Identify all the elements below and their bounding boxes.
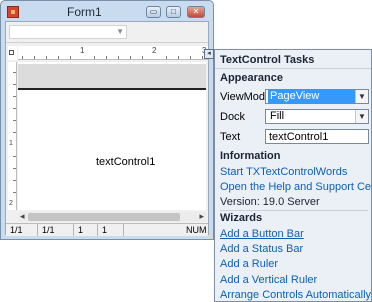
viewmode-select[interactable]: PageView ▼ [265, 89, 369, 104]
horizontal-scrollbar[interactable]: ◂ ▸ [18, 211, 206, 222]
maximize-button[interactable]: □ [166, 6, 181, 18]
information-heading: Information [220, 150, 281, 162]
control-name-label: textControl1 [96, 156, 156, 168]
form-client-area: ▼ 1 2 3 1 2 textControl [5, 21, 209, 236]
panel-title: TextControl Tasks [220, 54, 315, 66]
ruler-number: 2 [152, 46, 157, 55]
form-window: Form1 ▭ □ ✕ ▼ 1 2 3 1 2 [0, 0, 214, 240]
close-button[interactable]: ✕ [187, 6, 205, 18]
start-words-link[interactable]: Start TXTextControlWords [220, 166, 347, 178]
version-text: Version: 19.0 Server [220, 196, 320, 208]
ruler-number: 2 [9, 200, 13, 207]
page-header-area [18, 64, 206, 88]
toolbar-combo[interactable]: ▼ [9, 25, 127, 39]
add-ruler-link[interactable]: Add a Ruler [220, 258, 278, 270]
wizards-heading: Wizards [220, 212, 263, 224]
window-title: Form1 [67, 5, 102, 19]
add-vertical-ruler-link[interactable]: Add a Vertical Ruler [220, 274, 317, 286]
chevron-down-icon[interactable]: ▼ [355, 90, 368, 103]
text-control[interactable]: textControl1 [18, 62, 206, 210]
viewmode-label: ViewMode [220, 91, 272, 103]
status-column: 1 [98, 224, 124, 236]
add-status-bar-link[interactable]: Add a Status Bar [220, 243, 303, 255]
ruler-number: 1 [9, 140, 13, 147]
toolbar-divider [6, 42, 208, 43]
help-support-link[interactable]: Open the Help and Support Center [220, 181, 372, 193]
header-divider [18, 88, 206, 90]
status-section: 1/1 [38, 224, 74, 236]
horizontal-ruler[interactable]: 1 2 3 [18, 46, 208, 60]
scroll-left-icon[interactable]: ◂ [20, 211, 25, 222]
ruler-corner-icon[interactable] [8, 46, 17, 60]
text-field[interactable] [265, 129, 369, 144]
scrollbar-thumb[interactable] [28, 213, 180, 221]
minimize-button[interactable]: ▭ [146, 6, 161, 18]
status-numlock: NUM [186, 225, 207, 235]
chevron-down-icon[interactable]: ▼ [355, 110, 368, 123]
ruler-number: 1 [80, 46, 85, 55]
tasks-panel: TextControl Tasks Appearance ViewMode Pa… [214, 49, 372, 302]
status-line: 1 [74, 224, 98, 236]
app-icon [7, 6, 19, 18]
status-bar: 1/1 1/1 1 1 NUM [6, 223, 208, 236]
dock-label: Dock [220, 111, 246, 123]
vertical-ruler[interactable]: 1 2 [8, 62, 17, 210]
chevron-down-icon: ▼ [116, 27, 124, 36]
scroll-right-icon[interactable]: ▸ [199, 211, 204, 222]
status-page: 1/1 [6, 224, 38, 236]
add-button-bar-link[interactable]: Add a Button Bar [220, 228, 304, 240]
dock-value: Fill [270, 110, 285, 122]
viewmode-value: PageView [268, 90, 358, 103]
arrange-controls-link[interactable]: Arrange Controls Automatically [220, 289, 371, 301]
text-label: Text [220, 131, 241, 143]
appearance-heading: Appearance [220, 72, 283, 84]
smart-tag-collapse-icon[interactable]: ◂ [204, 49, 214, 59]
dock-select[interactable]: Fill ▼ [265, 109, 369, 124]
section-divider [220, 210, 368, 211]
panel-title-divider [215, 68, 371, 69]
